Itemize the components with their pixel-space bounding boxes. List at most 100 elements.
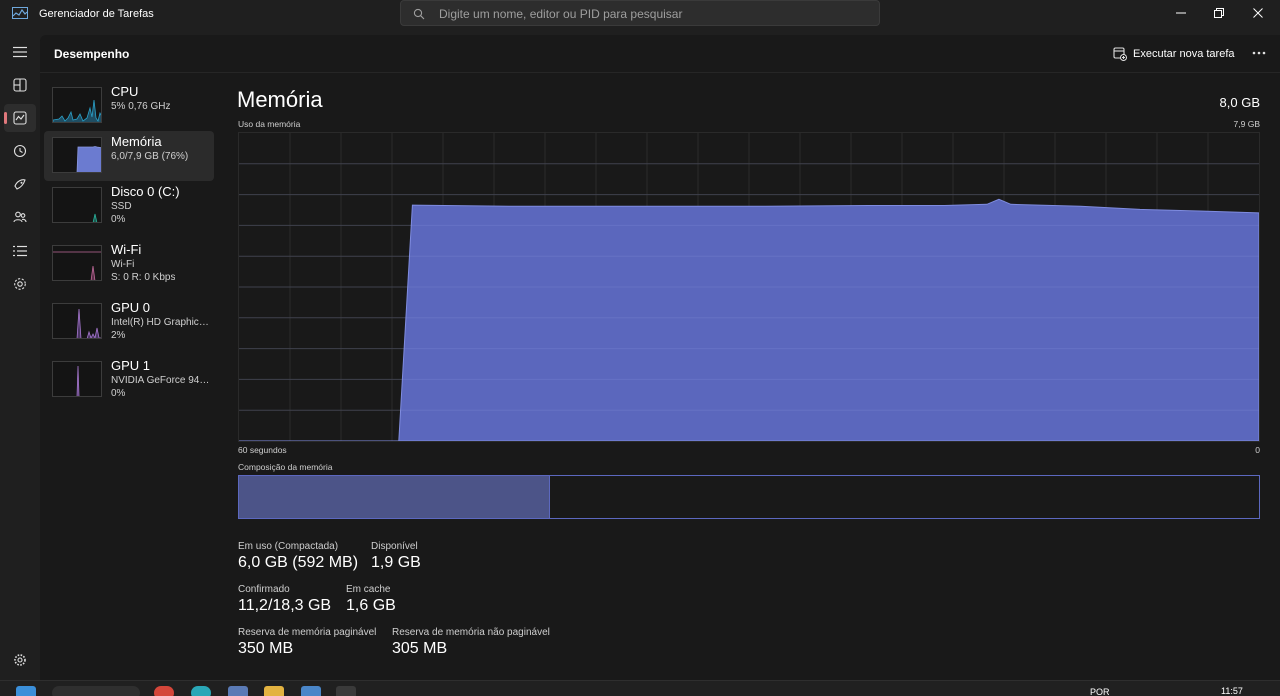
task-manager-app-icon [12,7,28,19]
input-language[interactable]: POR [1090,687,1110,696]
perf-item-name: Wi-Fi [111,242,142,257]
memory-composition-in-use [239,476,551,518]
stat-in-use: Em uso (Compactada) 6,0 GB (592 MB) [238,541,358,572]
wifi-thumbnail-graph [52,245,102,281]
details-icon [13,245,27,257]
perf-item-name: Memória [111,134,162,149]
stat-committed: Confirmado 11,2/18,3 GB [238,584,331,615]
stat-cached-label: Em cache [346,584,391,595]
stat-cached: Em cache 1,6 GB [346,584,396,615]
nav-details[interactable] [4,237,36,265]
gpu0-thumbnail-area [76,308,101,338]
app-icon[interactable] [228,686,248,696]
stat-available-value: 1,9 GB [371,554,421,571]
memory-total: 8,0 GB [1219,95,1260,110]
disk-thumbnail-graph [52,187,102,223]
stat-nonpaged-pool-value: 305 MB [392,640,448,657]
stat-cached-value: 1,6 GB [346,597,396,614]
minimize-icon [1176,12,1186,14]
close-button[interactable] [1238,0,1278,26]
memory-usage-graph [238,132,1260,442]
more-icon [1252,51,1266,55]
stat-committed-label: Confirmado [238,584,290,595]
perf-item-cpu[interactable]: CPU 5% 0,76 GHz [44,81,214,131]
nav-app-history[interactable] [4,137,36,165]
search-icon [413,8,425,20]
nav-services[interactable] [4,270,36,298]
nav-performance[interactable] [4,104,36,132]
perf-item-detail: SSD [111,201,132,212]
memory-usage-graph-max: 7,9 GB [1233,119,1260,129]
perf-item-name: GPU 1 [111,358,151,373]
stat-available: Disponível 1,9 GB [371,541,421,572]
clock-time[interactable]: 11:57 [1221,686,1243,696]
history-icon [13,144,27,158]
chrome-icon[interactable] [154,686,174,696]
users-icon [13,211,27,223]
perf-item-detail-2: S: 0 R: 0 Kbps [111,272,176,283]
taskbar-search-icon[interactable] [52,686,140,696]
perf-item-detail: Wi-Fi [111,259,135,270]
perf-item-name: CPU [111,84,139,99]
perf-item-detail-2: 2% [111,330,126,341]
restore-button[interactable] [1199,0,1239,26]
stat-in-use-label: Em uso (Compactada) [238,541,339,552]
settings-icon [14,654,26,666]
perf-item-detail: 6,0/7,9 GB (76%) [111,151,189,162]
stat-in-use-value: 6,0 GB (592 MB) [238,554,359,571]
gpu0-thumbnail-graph [52,303,102,339]
memory-composition-label: Composição da memória [238,462,333,472]
close-icon [1253,8,1263,18]
services-icon [14,278,26,290]
search-box[interactable] [400,0,880,26]
perf-item-name: GPU 0 [111,300,151,315]
memory-thumbnail-graph [52,137,102,173]
wifi-thumbnail-area [90,265,96,280]
nav-processes[interactable] [4,71,36,99]
gpu1-thumbnail-graph [52,361,102,397]
store-icon[interactable] [301,686,321,696]
memory-composition-bar [238,475,1260,519]
settings-button[interactable] [4,646,36,674]
restore-icon [1214,8,1224,18]
perf-item-gpu-1[interactable]: GPU 1 NVIDIA GeForce 940... 0% [44,355,214,405]
edge-icon[interactable] [191,686,211,696]
graph-axis-start-label: 60 segundos [238,445,287,455]
perf-item-wifi[interactable]: Wi-Fi Wi-Fi S: 0 R: 0 Kbps [44,239,214,289]
perf-item-disk[interactable]: Disco 0 (C:) SSD 0% [44,181,214,231]
perf-item-detail: Intel(R) HD Graphics ... [111,317,211,328]
stat-nonpaged-pool-label: Reserva de memória não paginável [392,627,550,638]
disk-thumbnail-area [92,213,98,222]
stat-nonpaged-pool: Reserva de memória não paginável 305 MB [392,627,550,658]
memory-usage-graph-label: Uso da memória [238,119,301,129]
nav-startup-apps[interactable] [4,170,36,198]
performance-icon [13,111,27,125]
perf-item-gpu-0[interactable]: GPU 0 Intel(R) HD Graphics ... 2% [44,297,214,347]
title-bar: Gerenciador de Tarefas [0,0,1280,30]
more-options-button[interactable] [1247,43,1271,63]
stat-paged-pool-label: Reserva de memória paginável [238,627,377,638]
run-new-task-button[interactable]: Executar nova tarefa [1113,44,1235,64]
file-explorer-icon[interactable] [264,686,284,696]
navigation-rail [0,30,40,680]
stat-committed-value: 11,2/18,3 GB [238,597,332,614]
task-manager-taskbar-icon[interactable] [336,686,356,696]
detail-title: Memória [237,87,323,112]
page-header: Desempenho Executar nova tarefa [40,35,1280,73]
run-task-icon [1113,47,1127,61]
perf-item-memory[interactable]: Memória 6,0/7,9 GB (76%) [44,131,214,181]
stat-available-label: Disponível [371,541,418,552]
stat-paged-pool: Reserva de memória paginável 350 MB [238,627,376,658]
processes-icon [13,78,27,92]
start-icon[interactable] [16,686,36,696]
perf-item-detail: 5% 0,76 GHz [111,101,171,112]
performance-resource-list: CPU 5% 0,76 GHz Memória 6,0/7,9 GB (76%)… [44,81,214,405]
memory-usage-chart [239,133,1260,442]
search-input[interactable] [439,5,859,22]
stat-paged-pool-value: 350 MB [238,640,294,657]
minimize-button[interactable] [1161,0,1201,26]
hamburger-menu-button[interactable] [4,38,36,66]
nav-users[interactable] [4,203,36,231]
perf-item-detail: NVIDIA GeForce 940... [111,375,211,386]
memory-thumbnail-area [76,146,101,172]
